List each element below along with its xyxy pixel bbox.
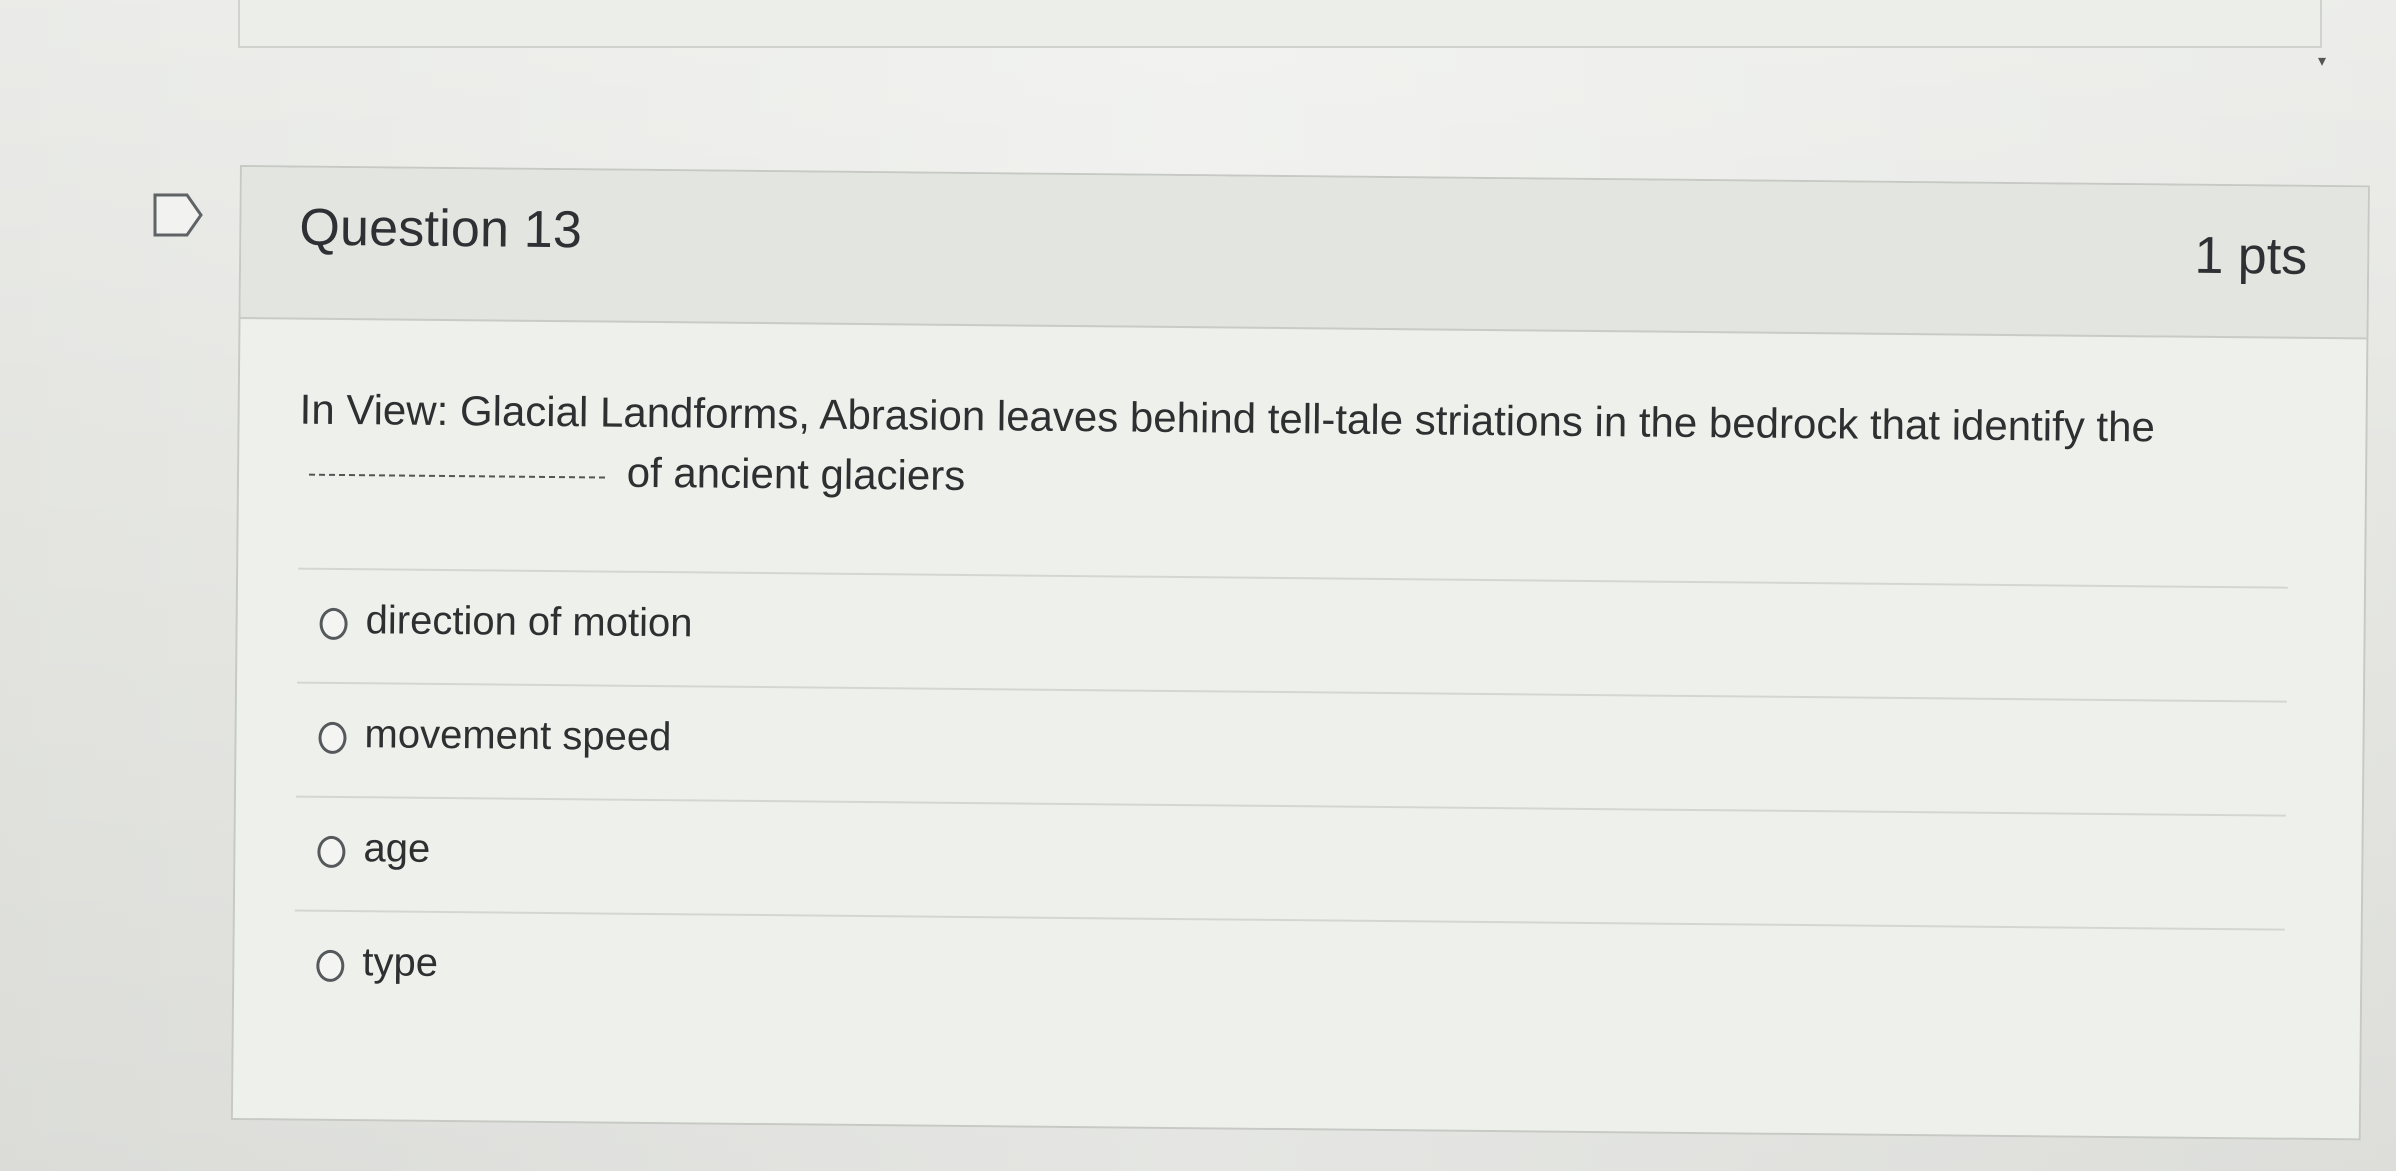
question-text: In View: Glacial Landforms, Abrasion lea… <box>299 380 2280 519</box>
fill-in-blank <box>309 473 606 479</box>
answer-option[interactable]: direction of motion <box>297 567 2289 701</box>
answer-label[interactable]: movement speed <box>364 712 671 760</box>
question-text-before: In View: Glacial Landforms, Abrasion lea… <box>299 385 2156 451</box>
radio-button-icon[interactable] <box>317 835 346 869</box>
answer-label[interactable]: type <box>362 940 438 986</box>
answer-option[interactable]: type <box>293 909 2285 1043</box>
question-points: 1 pts <box>2194 226 2308 286</box>
radio-button-icon[interactable] <box>318 721 347 755</box>
radio-button-icon[interactable] <box>316 949 345 983</box>
answer-option[interactable]: age <box>294 795 2286 929</box>
question-card: Question 13 1 pts In View: Glacial Landf… <box>230 165 2370 1141</box>
answer-list: direction of motion movement speed age t… <box>293 567 2289 1043</box>
answer-label[interactable]: direction of motion <box>365 598 692 646</box>
radio-button-icon[interactable] <box>319 607 348 641</box>
previous-question-card <box>238 0 2322 48</box>
answer-label[interactable]: age <box>363 826 430 872</box>
answer-option[interactable]: movement speed <box>295 681 2287 815</box>
flag-question-icon[interactable] <box>152 192 204 238</box>
question-text-after: of ancient glaciers <box>626 448 966 499</box>
question-title: Question 13 <box>299 198 583 260</box>
cursor-mark-icon: ▾ <box>2318 53 2327 70</box>
question-header: Question 13 1 pts <box>240 167 2368 340</box>
